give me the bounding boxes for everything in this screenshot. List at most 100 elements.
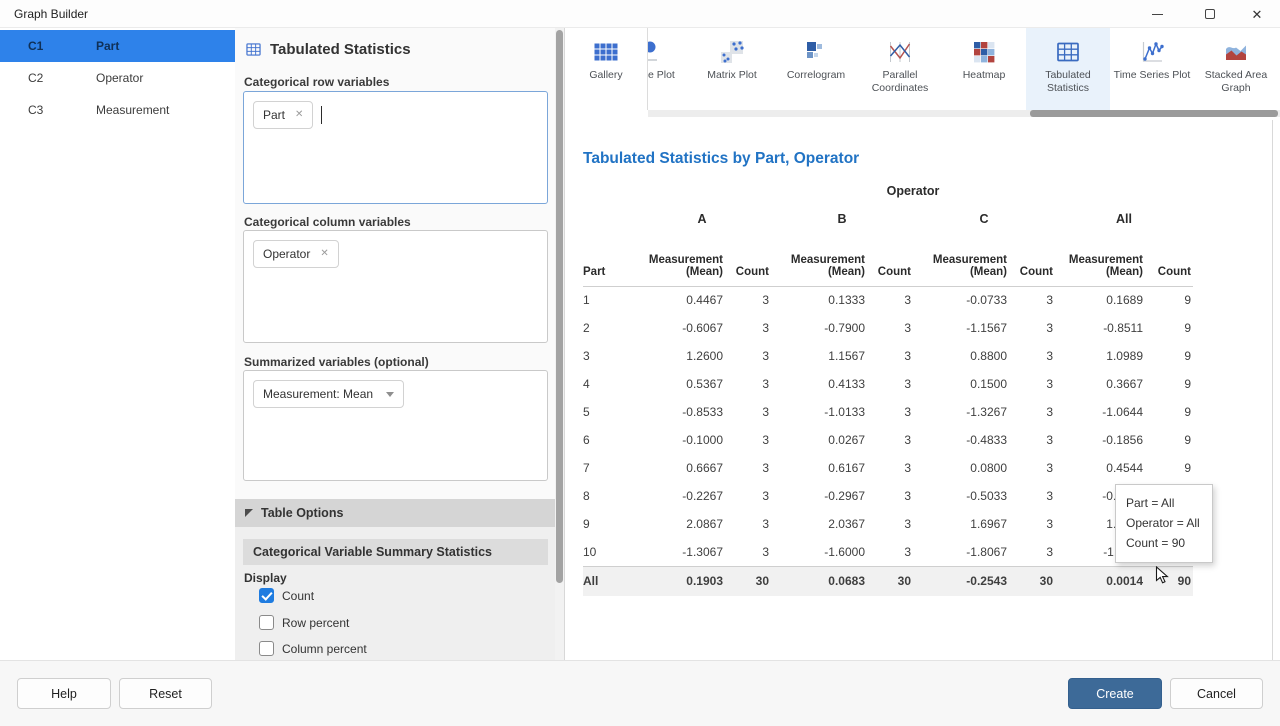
graph-builder-window: Graph Builder ✕ C1 Part C2 Operator C3 M…	[0, 0, 1280, 726]
create-button[interactable]: Create	[1068, 678, 1162, 709]
table-group-header-row: A B C All	[583, 202, 1193, 236]
gallery-item-heatmap[interactable]: Heatmap	[942, 28, 1026, 110]
mean-cell: 0.1903	[633, 566, 725, 596]
gallery-item-correlogram[interactable]: Correlogram	[774, 28, 858, 110]
titlebar: Graph Builder ✕	[0, 0, 1280, 28]
mean-cell: -1.6000	[771, 538, 867, 566]
mean-cell: -0.1856	[1055, 426, 1145, 454]
mean-cell: 0.8800	[913, 342, 1009, 370]
count-cell: 9	[1145, 398, 1193, 426]
gallery-item-time-series-plot[interactable]: Time Series Plot	[1110, 28, 1194, 110]
categorical-row-variables-box[interactable]: Part ✕	[243, 91, 548, 204]
mean-cell: 0.5367	[633, 370, 725, 398]
mean-cell: -0.5033	[913, 482, 1009, 510]
checkbox-icon[interactable]	[259, 641, 274, 656]
gallery-item-label: Gallery	[565, 69, 647, 82]
gallery-item-parallel-coordinates[interactable]: Parallel Coordinates	[858, 28, 942, 110]
close-button[interactable]: ✕	[1234, 0, 1280, 28]
panel-scrollbar-track[interactable]	[555, 28, 564, 660]
gallery-item-tabulated-statistics[interactable]: Tabulated Statistics	[1026, 28, 1110, 110]
maximize-button[interactable]	[1187, 0, 1233, 28]
variable-chip-measurement-mean[interactable]: Measurement: Mean	[253, 380, 404, 408]
checkbox-row-percent[interactable]: Row percent	[259, 615, 349, 630]
checkbox-label: Row percent	[282, 616, 349, 630]
dropdown-chevron-icon[interactable]	[386, 392, 394, 397]
sidebar-item-measurement[interactable]: C3 Measurement	[0, 94, 235, 126]
column-variables-label: Categorical column variables	[244, 215, 411, 229]
categorical-column-variables-box[interactable]: Operator ✕	[243, 230, 548, 343]
content-scrollbar-track[interactable]	[1272, 120, 1273, 660]
variable-chip-operator[interactable]: Operator ✕	[253, 240, 339, 268]
reset-button[interactable]: Reset	[119, 678, 212, 709]
count-cell: 3	[725, 426, 771, 454]
column-dimension-header: Operator	[633, 180, 1193, 202]
gallery-item-matrix-plot[interactable]: Matrix Plot	[690, 28, 774, 110]
cancel-button[interactable]: Cancel	[1170, 678, 1263, 709]
count-cell: 3	[1009, 398, 1055, 426]
checkbox-count[interactable]: Count	[259, 588, 314, 603]
part-cell: All	[583, 566, 633, 596]
gallery-scrollbar-thumb[interactable]	[1030, 110, 1278, 117]
collapse-icon	[245, 509, 253, 517]
gallery-scrollbar-track[interactable]	[648, 110, 1280, 117]
mean-cell: 0.4467	[633, 286, 725, 314]
gallery-grid-icon	[593, 39, 619, 65]
table-row: 40.536730.413330.150030.36679	[583, 370, 1193, 398]
count-cell: 3	[1009, 286, 1055, 314]
sidebar-item-operator[interactable]: C2 Operator	[0, 62, 235, 94]
chip-remove-icon[interactable]: ✕	[320, 249, 328, 259]
count-cell: 3	[1009, 342, 1055, 370]
row-variables-label: Categorical row variables	[244, 75, 389, 89]
table-row: 5-0.85333-1.01333-1.32673-1.06449	[583, 398, 1193, 426]
footer: Help Reset Create Cancel	[0, 660, 1280, 726]
close-icon: ✕	[1252, 8, 1263, 21]
table-options-header[interactable]: Table Options	[235, 499, 556, 527]
mean-cell: -1.8067	[913, 538, 1009, 566]
gallery-item-stacked-area-graph[interactable]: Stacked Area Graph	[1194, 28, 1278, 110]
checkbox-icon[interactable]	[259, 615, 274, 630]
correlogram-icon	[803, 39, 829, 65]
count-cell: 3	[1009, 482, 1055, 510]
column-name: Part	[96, 39, 119, 53]
summarized-variables-label: Summarized variables (optional)	[244, 355, 429, 369]
chip-label: Measurement: Mean	[263, 387, 373, 401]
variable-chip-part[interactable]: Part ✕	[253, 101, 313, 129]
mean-cell: -0.4833	[913, 426, 1009, 454]
count-header: Count	[1145, 236, 1193, 286]
count-cell: 3	[867, 538, 913, 566]
matrix-plot-icon	[719, 39, 745, 65]
table-row: 10.446730.13333-0.073330.16899	[583, 286, 1193, 314]
count-cell: 3	[867, 482, 913, 510]
app-body: C1 Part C2 Operator C3 Measurement Tabul…	[0, 28, 1280, 660]
mean-cell: -1.1567	[913, 314, 1009, 342]
mean-cell: 0.0800	[913, 454, 1009, 482]
minimize-icon	[1152, 14, 1163, 15]
summarized-variables-box[interactable]: Measurement: Mean	[243, 370, 548, 481]
sidebar-item-part[interactable]: C1 Part	[0, 30, 235, 62]
help-button[interactable]: Help	[17, 678, 111, 709]
panel-scrollbar-thumb[interactable]	[556, 30, 563, 583]
gallery-item-label: Heatmap	[942, 69, 1026, 82]
gallery-item-bubble-plot[interactable]: Bubble Plot	[648, 28, 690, 110]
chip-remove-icon[interactable]: ✕	[295, 110, 303, 120]
table-options-label: Table Options	[261, 506, 343, 520]
empty-cell	[583, 180, 633, 202]
part-cell: 10	[583, 538, 633, 566]
heatmap-icon	[971, 39, 997, 65]
gallery-item-label: Correlogram	[774, 69, 858, 82]
part-cell: 8	[583, 482, 633, 510]
summary-statistics-header: Categorical Variable Summary Statistics	[243, 539, 548, 565]
table-row: 6-0.100030.02673-0.48333-0.18569	[583, 426, 1193, 454]
gallery-home-tab[interactable]: Gallery	[565, 28, 648, 110]
checkbox-icon[interactable]	[259, 588, 274, 603]
panel-title-label: Tabulated Statistics	[270, 41, 411, 58]
column-name: Operator	[96, 71, 143, 85]
maximize-icon	[1205, 9, 1215, 19]
part-cell: 3	[583, 342, 633, 370]
mean-cell: 0.0267	[771, 426, 867, 454]
checkbox-column-percent[interactable]: Column percent	[259, 641, 367, 656]
count-cell: 3	[725, 342, 771, 370]
count-cell: 3	[1009, 314, 1055, 342]
minimize-button[interactable]	[1134, 0, 1180, 28]
parallel-coordinates-icon	[887, 39, 913, 65]
